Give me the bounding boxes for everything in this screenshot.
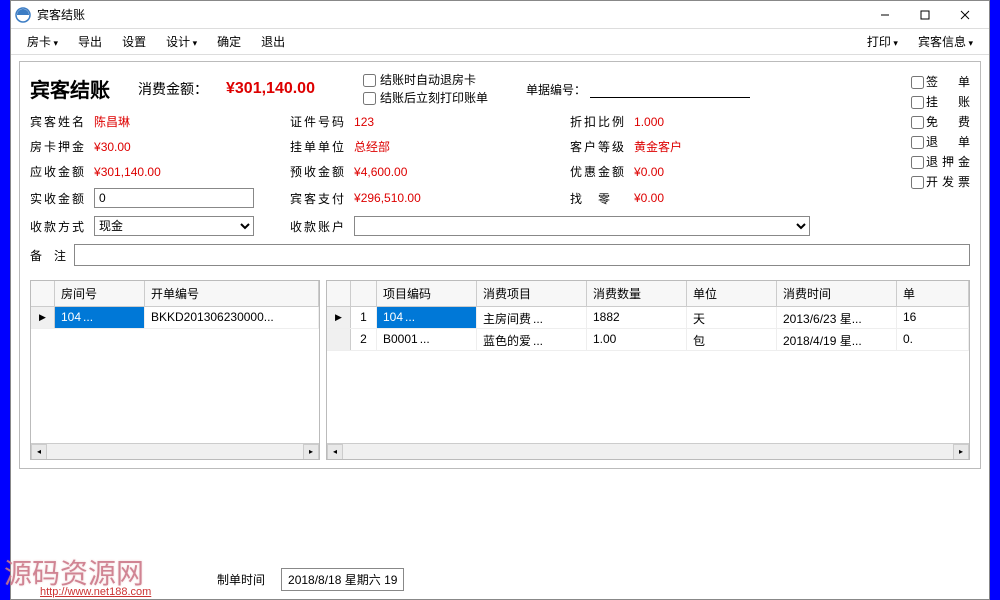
check-free[interactable]: 免 费: [911, 113, 974, 130]
items-th-idx[interactable]: [351, 281, 377, 306]
prepay-label: 预收金额: [290, 163, 346, 180]
menu-guest-info[interactable]: 宾客信息: [910, 31, 981, 52]
panel-title: 宾客结账: [30, 74, 110, 103]
actual-label: 实收金额: [30, 190, 86, 207]
discount-amt-label: 优惠金额: [570, 163, 626, 180]
check-credit[interactable]: 挂 账: [911, 93, 974, 110]
close-button[interactable]: [945, 3, 985, 27]
cust-level-value: 黄金客户: [634, 138, 682, 155]
menu-room-card[interactable]: 房卡: [19, 31, 66, 52]
fields-grid: 宾客姓名陈昌琳 证件号码 123 折扣比例 1.000 房卡押金 ¥30.00 挂单单…: [30, 113, 970, 236]
maker-time-label: 制单时间: [217, 571, 265, 588]
items-th-item[interactable]: 消费项目: [477, 281, 587, 306]
items-th-time[interactable]: 消费时间: [777, 281, 897, 306]
table-row[interactable]: ▶ 104 BKKD201306230000...: [31, 307, 319, 329]
items-table: 项目编码 消费项目 消费数量 单位 消费时间 单 ▶ 1 104 主房间费: [326, 280, 970, 460]
guest-pay-value: ¥296,510.00: [354, 191, 421, 205]
minimize-button[interactable]: [865, 3, 905, 27]
change-label: 找 零: [570, 190, 626, 207]
items-th-extra[interactable]: 单: [897, 281, 969, 306]
discount-value: 1.000: [634, 115, 664, 129]
room-cell[interactable]: 104: [55, 307, 145, 328]
app-icon: [15, 7, 31, 23]
items-th-code[interactable]: 项目编码: [377, 281, 477, 306]
table-row[interactable]: ▶ 1 104 主房间费 1882 天 2013/6/23 星... 16: [327, 307, 969, 329]
titlebar: 宾客结账: [11, 1, 989, 29]
menu-confirm[interactable]: 确定: [209, 31, 249, 52]
change-value: ¥0.00: [634, 191, 664, 205]
row-indicator: ▶: [327, 307, 351, 328]
menu-settings[interactable]: 设置: [114, 31, 154, 52]
menu-print[interactable]: 打印: [859, 31, 906, 52]
gua-unit-label: 挂单单位: [290, 138, 346, 155]
deposit-label: 房卡押金: [30, 138, 86, 155]
pay-account-select[interactable]: [354, 216, 810, 236]
row-indicator: ▶: [31, 307, 55, 328]
bill-cell[interactable]: BKKD201306230000...: [145, 307, 319, 328]
guest-name-label: 宾客姓名: [30, 113, 86, 130]
window-title: 宾客结账: [37, 6, 865, 23]
scrollbar-horizontal[interactable]: ◂▸: [31, 443, 319, 459]
discount-amt-value: ¥0.00: [634, 165, 664, 179]
discount-label: 折扣比例: [570, 113, 626, 130]
actual-input[interactable]: [94, 188, 254, 208]
bill-number-value[interactable]: [590, 80, 750, 98]
id-no-label: 证件号码: [290, 113, 346, 130]
check-refund[interactable]: 退 单: [911, 133, 974, 150]
prepay-value: ¥4,600.00: [354, 165, 407, 179]
items-th-qty[interactable]: 消费数量: [587, 281, 687, 306]
content-area: 签 单 挂 账 免 费 退 单 退押金 开发票 宾客结账 消费金额： ¥301,…: [11, 55, 989, 475]
maker-time-value: 2018/8/18 星期六 19: [281, 568, 404, 591]
receivable-value: ¥301,140.00: [94, 165, 161, 179]
remark-input[interactable]: [74, 244, 970, 266]
bill-number-field: 单据编号：: [526, 80, 750, 98]
header-row: 宾客结账 消费金额： ¥301,140.00 结账时自动退房卡 结账后立刻打印账…: [30, 70, 970, 107]
side-check-group: 签 单 挂 账 免 费 退 单 退押金 开发票: [911, 70, 974, 193]
footer-bar: 制单时间 2018/8/18 星期六 19: [11, 564, 414, 595]
bill-number-label: 单据编号：: [526, 81, 586, 98]
menu-exit[interactable]: 退出: [253, 31, 293, 52]
pay-method-label: 收款方式: [30, 218, 86, 235]
receivable-label: 应收金额: [30, 163, 86, 180]
tables-row: 房间号 开单编号 ▶ 104 BKKD201306230000... ◂▸: [30, 280, 970, 460]
check-sign[interactable]: 签 单: [911, 73, 974, 90]
bill-options: 结账时自动退房卡 结账后立刻打印账单: [363, 70, 488, 107]
menu-design[interactable]: 设计: [158, 31, 205, 52]
check-auto-return-card[interactable]: 结账时自动退房卡: [363, 71, 488, 88]
check-print-bill[interactable]: 结账后立刻打印账单: [363, 89, 488, 106]
pay-account-label: 收款账户: [290, 218, 346, 235]
maximize-button[interactable]: [905, 3, 945, 27]
items-th-unit[interactable]: 单位: [687, 281, 777, 306]
menubar: 房卡 导出 设置 设计 确定 退出 打印 宾客信息: [11, 29, 989, 55]
id-no-value: 123: [354, 115, 374, 129]
check-invoice[interactable]: 开发票: [911, 173, 974, 190]
guest-pay-label: 宾客支付: [290, 190, 346, 207]
rooms-th-bill[interactable]: 开单编号: [145, 281, 319, 306]
rooms-table: 房间号 开单编号 ▶ 104 BKKD201306230000... ◂▸: [30, 280, 320, 460]
amount-value: ¥301,140.00: [226, 80, 315, 98]
remark-row: 备 注: [30, 244, 970, 266]
scrollbar-horizontal[interactable]: ◂▸: [327, 443, 969, 459]
table-row[interactable]: 2 B0001 蓝色的爱 1.00 包 2018/4/19 星... 0.: [327, 329, 969, 351]
menu-export[interactable]: 导出: [70, 31, 110, 52]
gua-unit-value: 总经部: [354, 138, 390, 155]
amount-label: 消费金额：: [138, 79, 208, 99]
check-return-deposit[interactable]: 退押金: [911, 153, 974, 170]
cust-level-label: 客户等级: [570, 138, 626, 155]
pay-method-select[interactable]: 现金: [94, 216, 254, 236]
row-indicator: [327, 329, 351, 350]
app-window: 宾客结账 房卡 导出 设置 设计 确定 退出 打印 宾客信息 签 单 挂 账 免…: [10, 0, 990, 600]
deposit-value: ¥30.00: [94, 140, 131, 154]
rooms-th-room[interactable]: 房间号: [55, 281, 145, 306]
main-panel: 签 单 挂 账 免 费 退 单 退押金 开发票 宾客结账 消费金额： ¥301,…: [19, 61, 981, 469]
guest-name-value: 陈昌琳: [94, 113, 130, 130]
remark-label: 备 注: [30, 247, 66, 264]
